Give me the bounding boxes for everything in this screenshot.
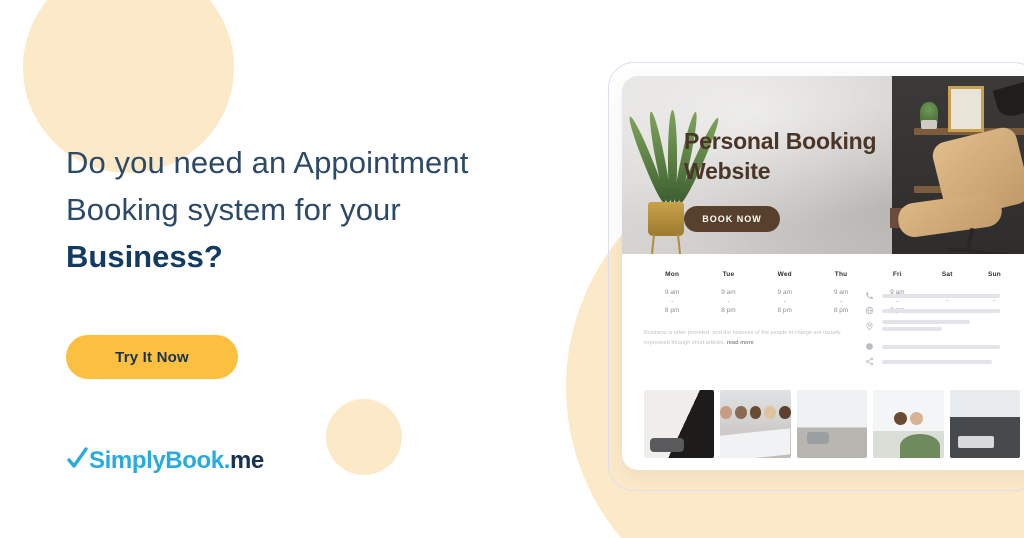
try-it-now-button[interactable]: Try It Now: [66, 335, 238, 379]
armchair-decor: [896, 124, 1024, 254]
close-time: 8 pm: [664, 307, 680, 314]
team-meeting-photo[interactable]: [720, 390, 791, 458]
mockup-hero-banner: Personal Booking Website BOOK NOW: [622, 76, 1024, 254]
placeholder-bar: [882, 308, 1000, 313]
close-time: 8 pm: [777, 307, 792, 314]
day-header: Wed: [777, 271, 792, 278]
placeholder-bar: [882, 327, 942, 331]
try-it-now-label: Try It Now: [115, 348, 189, 366]
contact-info-list: [862, 288, 1022, 369]
table-header-row: Mon Tue Wed Thu Fri Sat Sun: [644, 270, 1020, 287]
headline-line-3: Business?: [66, 239, 223, 274]
close-time: 8 pm: [833, 307, 849, 314]
globe-icon: [862, 305, 876, 317]
headline-line-1: Do you need an Appointment: [66, 145, 469, 180]
time-separator: -: [839, 298, 843, 305]
list-item[interactable]: [862, 288, 1022, 303]
placeholder-bar: [882, 344, 1000, 349]
checkmark-icon: [66, 447, 89, 475]
day-header: Mon: [665, 271, 680, 278]
promo-banner: Do you need an Appointment Booking syste…: [0, 0, 1024, 538]
share-icon: [862, 356, 876, 368]
conference-room-photo[interactable]: [949, 390, 1021, 458]
list-item[interactable]: [862, 354, 1022, 369]
hours-cell: 9 am - 8 pm: [757, 287, 813, 316]
open-time: 9 am: [721, 289, 736, 296]
hours-cell: 9 am - 8 pm: [644, 287, 700, 316]
picture-frame-decor: [948, 86, 984, 132]
hours-cell: 9 am - 8 pm: [700, 287, 756, 316]
photo-gallery: [622, 390, 1024, 458]
book-now-button[interactable]: BOOK NOW: [684, 206, 780, 232]
hours-cell: 9 am - 8 pm: [813, 287, 869, 316]
open-time: 9 am: [777, 289, 792, 296]
booking-website-mockup: Personal Booking Website BOOK NOW Mon Tu…: [622, 76, 1024, 470]
time-separator: -: [783, 298, 786, 305]
time-separator: -: [727, 298, 730, 305]
list-item[interactable]: [862, 303, 1022, 318]
placeholder-bar: [882, 320, 970, 324]
mockup-hero-title-line-1: Personal Booking: [684, 128, 877, 154]
day-header: Sun: [988, 271, 1001, 278]
read-more-link[interactable]: read more: [727, 340, 754, 346]
day-header: Fri: [892, 271, 902, 278]
office-lounge-photo[interactable]: [644, 390, 715, 458]
colleagues-talking-photo[interactable]: [873, 390, 944, 458]
location-pin-icon: [862, 320, 876, 332]
list-item[interactable]: [862, 318, 1022, 333]
headline-line-2: Booking system for your: [66, 192, 401, 227]
open-workspace-photo[interactable]: [796, 390, 868, 458]
placeholder-bar: [882, 293, 1000, 298]
open-time: 9 am: [833, 289, 849, 296]
page-title: Do you need an Appointment Booking syste…: [66, 139, 536, 280]
open-time: 9 am: [664, 289, 680, 296]
book-now-label: BOOK NOW: [702, 214, 762, 224]
logo-name: SimplyBook: [89, 447, 224, 474]
simplybook-logo[interactable]: SimplyBook . me: [66, 446, 264, 476]
list-item[interactable]: [862, 339, 1022, 354]
close-time: 8 pm: [721, 307, 736, 314]
time-separator: -: [671, 298, 674, 305]
mockup-hero-title: Personal Booking Website: [684, 126, 914, 186]
globe-filled-icon: [862, 341, 876, 353]
phone-icon: [862, 290, 876, 302]
placeholder-bar: [882, 359, 992, 364]
logo-suffix: me: [229, 447, 264, 474]
business-description: Business is often provided, and the hist…: [644, 328, 844, 348]
day-header: Sat: [941, 271, 953, 278]
mockup-hero-title-line-2: Website: [684, 158, 771, 184]
day-header: Tue: [722, 271, 735, 278]
left-content: Do you need an Appointment Booking syste…: [0, 0, 560, 538]
day-header: Thu: [834, 271, 848, 278]
